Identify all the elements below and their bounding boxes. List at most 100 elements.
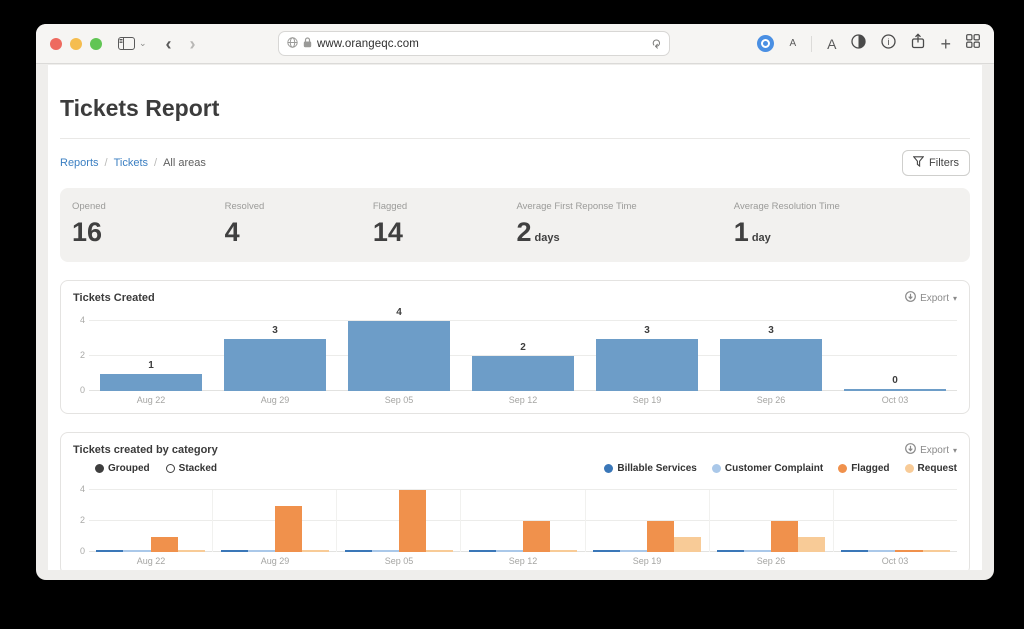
caret-down-icon: ▾ (953, 294, 957, 303)
stat-value: 2days (516, 219, 733, 246)
legend-marker-icon (838, 464, 847, 473)
info-icon[interactable]: i (881, 34, 896, 54)
bar-flagged (275, 506, 302, 553)
chevron-down-icon[interactable]: ⌄ (139, 38, 147, 49)
zoom-button[interactable] (90, 38, 102, 50)
bar: 1 (100, 374, 202, 392)
text-size-decrease-icon[interactable]: A (789, 38, 796, 49)
bar-cluster (96, 490, 204, 552)
page-title: Tickets Report (60, 95, 970, 122)
bar-group (337, 490, 461, 552)
stat-label: Resolved (225, 201, 373, 212)
mode-radio-grouped[interactable]: Grouped (95, 463, 150, 474)
sidebar-icon[interactable] (118, 37, 135, 50)
chart-area: 0241342330 (73, 321, 957, 391)
bar-billable-services (345, 550, 372, 552)
legend-label: Customer Complaint (725, 463, 823, 474)
bar-customer-complaint (496, 550, 523, 552)
export-button[interactable]: Export ▾ (905, 291, 957, 305)
breadcrumb-item[interactable]: Reports (60, 157, 99, 169)
y-tick-label: 4 (80, 484, 85, 494)
text-size-increase-icon[interactable]: A (827, 36, 836, 52)
bar-groups: 1342330 (89, 321, 957, 391)
export-button[interactable]: Export ▾ (905, 443, 957, 457)
share-icon[interactable] (911, 33, 925, 54)
x-tick-label: Aug 29 (213, 556, 337, 566)
x-tick-label: Oct 03 (833, 556, 957, 566)
filters-button[interactable]: Filters (902, 150, 970, 176)
tickets-by-category-card: Tickets created by category Export ▾ Gro… (60, 432, 970, 570)
close-button[interactable] (50, 38, 62, 50)
x-tick-label: Sep 26 (709, 556, 833, 566)
bar-billable-services (593, 550, 620, 552)
bar-cluster (841, 490, 949, 552)
tickets-created-chart: 0241342330Aug 22Aug 29Sep 05Sep 12Sep 19… (73, 321, 957, 405)
radio-icon (95, 464, 104, 473)
stat-value: 16 (72, 219, 225, 246)
breadcrumb: Reports/Tickets/All areas (60, 157, 206, 169)
export-icon (905, 443, 916, 457)
tab-overview-icon[interactable] (966, 34, 980, 53)
minimize-button[interactable] (70, 38, 82, 50)
stat-label: Opened (72, 201, 225, 212)
bar-group (710, 490, 834, 552)
radio-icon (166, 464, 175, 473)
y-axis: 024 (73, 321, 89, 391)
breadcrumb-separator: / (154, 157, 157, 169)
legend-item[interactable]: Request (905, 463, 957, 474)
stat-value: 1day (734, 219, 967, 246)
bar-billable-services (841, 550, 868, 552)
chart-title: Tickets Created (73, 292, 155, 304)
bar-customer-complaint (372, 550, 399, 552)
breadcrumb-separator: / (105, 157, 108, 169)
stats-summary-bar: Opened16Resolved4Flagged14Average First … (60, 188, 970, 262)
legend-item[interactable]: Billable Services (604, 463, 697, 474)
back-button[interactable]: ‹ (157, 35, 181, 53)
data-label: 3 (596, 325, 698, 336)
y-axis: 024 (73, 490, 89, 552)
bar-group: 3 (213, 321, 337, 391)
x-tick-label: Sep 05 (337, 556, 461, 566)
bar-group (89, 490, 213, 552)
toolbar-right-icons: A A i + (757, 33, 980, 54)
stat-item: Opened 16 (72, 201, 225, 246)
stat-item: Flagged14 (373, 201, 517, 246)
x-tick-label: Sep 19 (585, 556, 709, 566)
tickets-by-category-chart: 024Aug 22Aug 29Sep 05Sep 12Sep 19Sep 26O… (73, 490, 957, 566)
bar: 0 (844, 389, 946, 391)
reload-icon[interactable]: ⟳ (649, 38, 663, 48)
bar-request (923, 550, 950, 552)
x-tick-label: Sep 12 (461, 556, 585, 566)
forward-button[interactable]: › (181, 35, 205, 53)
radio-label: Stacked (179, 463, 217, 474)
bar: 4 (348, 321, 450, 391)
stat-value: 4 (225, 219, 373, 246)
stat-unit: days (535, 232, 560, 244)
y-tick-label: 2 (80, 350, 85, 360)
new-tab-icon[interactable]: + (940, 35, 951, 53)
mode-radio-stacked[interactable]: Stacked (166, 463, 217, 474)
plot: 1342330 (89, 321, 957, 391)
bar-request (798, 537, 825, 553)
legend-marker-icon (712, 464, 721, 473)
lock-icon (303, 37, 312, 51)
bar-group (834, 490, 957, 552)
bar-customer-complaint (248, 550, 275, 552)
data-label: 3 (720, 325, 822, 336)
breadcrumb-item[interactable]: Tickets (114, 157, 148, 169)
stat-label: Flagged (373, 201, 517, 212)
privacy-shield-icon[interactable] (851, 34, 866, 54)
y-tick-label: 4 (80, 315, 85, 325)
toolbar-divider (811, 36, 812, 52)
legend-item[interactable]: Customer Complaint (712, 463, 823, 474)
legend-item[interactable]: Flagged (838, 463, 889, 474)
address-bar[interactable]: www.orangeqc.com ⟳ (278, 31, 670, 56)
y-tick-label: 0 (80, 385, 85, 395)
stat-unit: day (752, 232, 771, 244)
data-label: 2 (472, 342, 574, 353)
password-extension-icon[interactable] (757, 35, 774, 52)
bar-flagged (399, 490, 426, 552)
bar-cluster (345, 490, 453, 552)
bar-group: 3 (585, 321, 709, 391)
bar-request (426, 550, 453, 552)
